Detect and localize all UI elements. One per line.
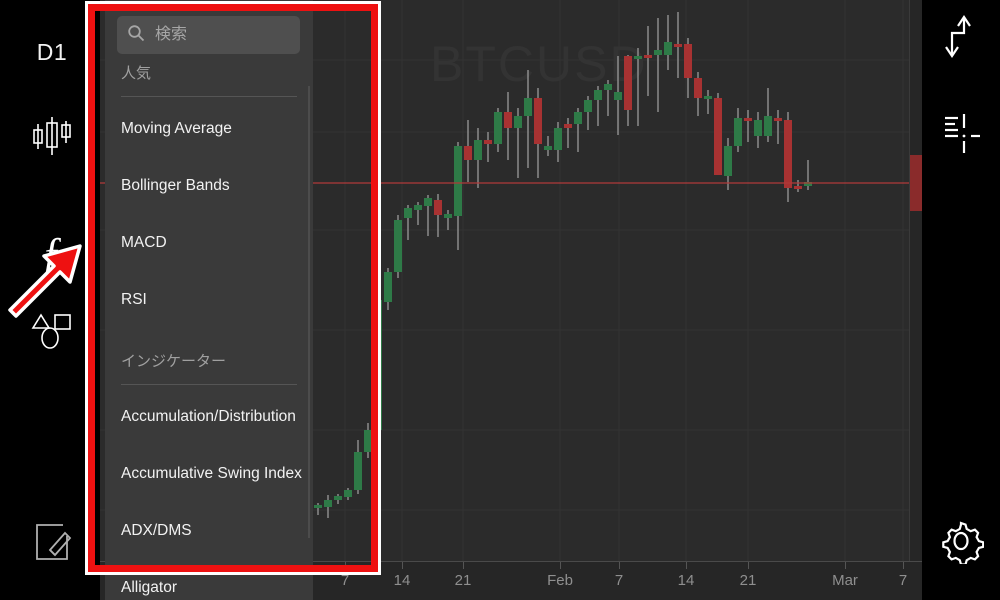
axis-tick-label: 7 (614, 572, 624, 589)
axis-tick (345, 562, 346, 569)
axis-tick (686, 562, 687, 569)
indicator-picker-panel: 人気 Moving Average Bollinger Bands MACD RSI イン… (105, 0, 313, 600)
indicators-button[interactable]: ƒ (20, 225, 84, 281)
function-icon: ƒ (41, 230, 63, 276)
right-toolbar (922, 0, 1000, 600)
axis-tick-label: 7 (898, 572, 908, 589)
search-field[interactable] (117, 16, 300, 54)
draw-button[interactable] (20, 515, 84, 571)
gear-icon (938, 518, 985, 569)
axis-tick-label: Mar (832, 572, 858, 589)
shapes-icon (29, 311, 75, 356)
list-section-header: 人気 (121, 65, 152, 82)
up-down-arrows-icon (940, 11, 982, 66)
axis-tick (903, 562, 904, 569)
axis-tick-label: 14 (393, 572, 411, 589)
axis-tick-label: 14 (677, 572, 695, 589)
crosshair-icon (938, 107, 984, 160)
list-item[interactable]: Bollinger Bands (121, 177, 230, 195)
indicator-list[interactable]: 人気 Moving Average Bollinger Bands MACD RSI イン… (105, 62, 313, 600)
current-price-marker (910, 155, 922, 211)
edit-pencil-icon (30, 519, 74, 568)
settings-button[interactable] (933, 515, 989, 571)
axis-tick (560, 562, 561, 569)
left-toolbar: D1 ƒ (0, 0, 100, 600)
list-item[interactable]: ADX/DMS (121, 522, 192, 540)
scale-button[interactable] (933, 10, 989, 66)
timeframe-button[interactable]: D1 (20, 24, 84, 80)
list-item[interactable]: RSI (121, 291, 147, 309)
chart-type-button[interactable] (20, 110, 84, 166)
data-window-button[interactable] (933, 105, 989, 161)
list-item[interactable]: Alligator (121, 579, 177, 597)
list-item[interactable]: MACD (121, 234, 167, 252)
axis-tick (845, 562, 846, 569)
list-divider (121, 384, 297, 385)
axis-tick (402, 562, 403, 569)
search-icon (127, 24, 145, 47)
price-scale[interactable] (909, 0, 922, 562)
axis-tick-label: Feb (547, 572, 573, 589)
axis-tick (463, 562, 464, 569)
list-divider (121, 96, 297, 97)
axis-tick-label: 7 (340, 572, 350, 589)
axis-tick (619, 562, 620, 569)
candlestick-icon (29, 115, 75, 162)
axis-tick-label: 21 (739, 572, 757, 589)
axis-tick (748, 562, 749, 569)
list-item[interactable]: Moving Average (121, 120, 232, 138)
list-item[interactable]: Accumulative Swing Index (121, 465, 302, 483)
list-section-header: インジケーター (121, 353, 227, 370)
panel-scrollbar[interactable] (308, 86, 310, 538)
list-item[interactable]: Accumulation/Distribution (121, 408, 296, 426)
trading-app-screen: BTCUSD 7 14 21 Feb 7 14 21 Mar 7 D1 ƒ 検索… (0, 0, 1000, 600)
objects-button[interactable] (20, 305, 84, 361)
search-input[interactable] (153, 25, 290, 45)
axis-tick-label: 21 (454, 572, 472, 589)
